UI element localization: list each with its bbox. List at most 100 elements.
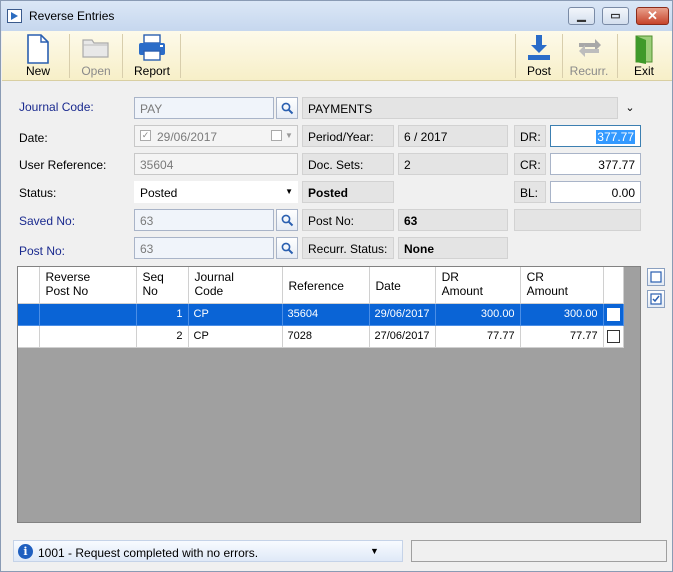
cell-reference: 35604 (282, 303, 370, 326)
exit-door-icon (635, 35, 653, 64)
deselect-all-button[interactable] (647, 268, 665, 286)
folder-icon (82, 39, 109, 58)
row-selector[interactable] (18, 325, 40, 348)
bl-total-field[interactable]: 0.00 (550, 181, 641, 203)
search-icon (281, 102, 294, 115)
header-line: No (142, 284, 158, 298)
journal-code-input[interactable]: PAY (134, 97, 274, 119)
new-document-icon (27, 34, 49, 64)
journal-code-search-button[interactable] (276, 97, 298, 119)
toolbar-separator (515, 34, 516, 78)
cell-seq-no: 1 (136, 303, 189, 326)
column-header-reverse-post-no[interactable]: Reverse Post No (39, 267, 137, 304)
doc-sets-value: 2 (398, 153, 508, 175)
header-line: Amount (526, 284, 568, 298)
row-selector[interactable] (18, 303, 40, 326)
user-reference-input[interactable]: 35604 (134, 153, 298, 175)
header-line: Post No (45, 284, 89, 298)
minimize-icon: ▁ (577, 10, 586, 22)
printer-icon (139, 34, 165, 61)
dr-total-field[interactable]: 377.77 (550, 125, 641, 147)
window: Reverse Entries ▁ ▭ ✕ New Open Report Po… (0, 0, 673, 572)
cr-total-field[interactable]: 377.77 (550, 153, 641, 175)
post-no-label: Post No: (302, 209, 394, 231)
open-button[interactable]: Open (71, 31, 121, 81)
cell-date: 27/06/2017 (369, 325, 436, 348)
column-header-date[interactable]: Date (369, 267, 436, 304)
download-icon (528, 35, 550, 60)
recurring-arrows-icon (579, 39, 601, 57)
cell-reverse-post-no (39, 303, 137, 326)
journal-name-display: PAYMENTS (302, 97, 618, 119)
recurr-status-value: None (398, 237, 508, 259)
status-select[interactable]: Posted ▼ (134, 181, 298, 203)
status-bar[interactable]: i 1001 - Request completed with no error… (13, 540, 403, 562)
post-no-search-button[interactable] (276, 237, 298, 259)
header-line: CR (526, 270, 544, 284)
toolbar-separator (69, 34, 70, 78)
new-label: New (25, 64, 50, 78)
doc-sets-label: Doc. Sets: (302, 153, 394, 175)
cell-checkbox[interactable] (603, 303, 624, 326)
calendar-icon[interactable] (271, 130, 282, 141)
minimize-button[interactable]: ▁ (568, 7, 595, 25)
row-selector-header (18, 267, 40, 304)
row-checkbox[interactable] (606, 307, 620, 321)
journal-name-dropdown[interactable]: ⌄ (619, 97, 641, 119)
dr-total-value: 377.77 (596, 130, 635, 144)
table-row[interactable]: 1 CP 35604 29/06/2017 300.00 300.00 (18, 303, 624, 326)
dropdown-arrow-icon[interactable]: ▼ (370, 546, 379, 556)
dr-label: DR: (514, 125, 546, 147)
chevron-down-icon: ⌄ (625, 102, 635, 114)
entries-table: Reverse Post No Seq No Journal Code Referen… (18, 267, 624, 348)
checked-box-icon (650, 293, 662, 305)
column-header-journal-code[interactable]: Journal Code (188, 267, 283, 304)
search-icon (281, 242, 294, 255)
journal-code-label: Journal Code: (19, 100, 94, 114)
checkbox-header (603, 267, 624, 304)
toolbar: New Open Report Post Recurr. Exit (2, 31, 672, 81)
column-header-cr-amount[interactable]: CR Amount (520, 267, 604, 304)
cell-checkbox[interactable] (603, 325, 624, 348)
status-badge: Posted (302, 181, 394, 203)
cell-cr-amount: 300.00 (520, 303, 604, 326)
report-button[interactable]: Report (124, 31, 180, 81)
select-all-button[interactable] (647, 290, 665, 308)
date-checkbox[interactable]: ✓ (140, 130, 151, 141)
status-secondary-panel (411, 540, 667, 562)
row-checkbox[interactable] (606, 329, 620, 343)
column-header-reference[interactable]: Reference (282, 267, 370, 304)
saved-no-input[interactable]: 63 (134, 209, 274, 231)
close-button[interactable]: ✕ (636, 7, 669, 25)
period-year-value: 6 / 2017 (398, 125, 508, 147)
maximize-button[interactable]: ▭ (602, 7, 629, 25)
saved-no-search-button[interactable] (276, 209, 298, 231)
table-header-row: Reverse Post No Seq No Journal Code Referen… (18, 267, 624, 304)
recurr-button[interactable]: Recurr. (563, 31, 615, 81)
column-header-seq-no[interactable]: Seq No (136, 267, 189, 304)
header-line: Journal (194, 270, 234, 284)
cell-dr-amount: 300.00 (435, 303, 521, 326)
header-line: DR (441, 270, 459, 284)
app-icon (7, 9, 22, 23)
date-dropdown-icon[interactable]: ▼ (285, 131, 293, 140)
date-label: Date: (19, 131, 48, 145)
cell-journal-code: CP (188, 325, 283, 348)
exit-button[interactable]: Exit (619, 31, 669, 81)
post-no-input[interactable]: 63 (134, 237, 274, 259)
cell-reverse-post-no (39, 325, 137, 348)
title-bar: Reverse Entries ▁ ▭ ✕ (1, 1, 672, 31)
header-line: Reverse (45, 270, 91, 284)
header-line: Seq (142, 270, 164, 284)
new-button[interactable]: New (6, 31, 70, 81)
post-button[interactable]: Post (517, 31, 561, 81)
cell-cr-amount: 77.77 (520, 325, 604, 348)
cr-label: CR: (514, 153, 546, 175)
post-no-value: 63 (398, 209, 508, 231)
table-row[interactable]: 2 CP 7028 27/06/2017 77.77 77.77 (18, 325, 624, 348)
column-header-dr-amount[interactable]: DR Amount (435, 267, 521, 304)
toolbar-separator (180, 34, 181, 78)
maximize-icon: ▭ (610, 10, 621, 22)
status-message: 1001 - Request completed with no errors. (38, 546, 259, 560)
unchecked-box-icon (650, 271, 662, 283)
